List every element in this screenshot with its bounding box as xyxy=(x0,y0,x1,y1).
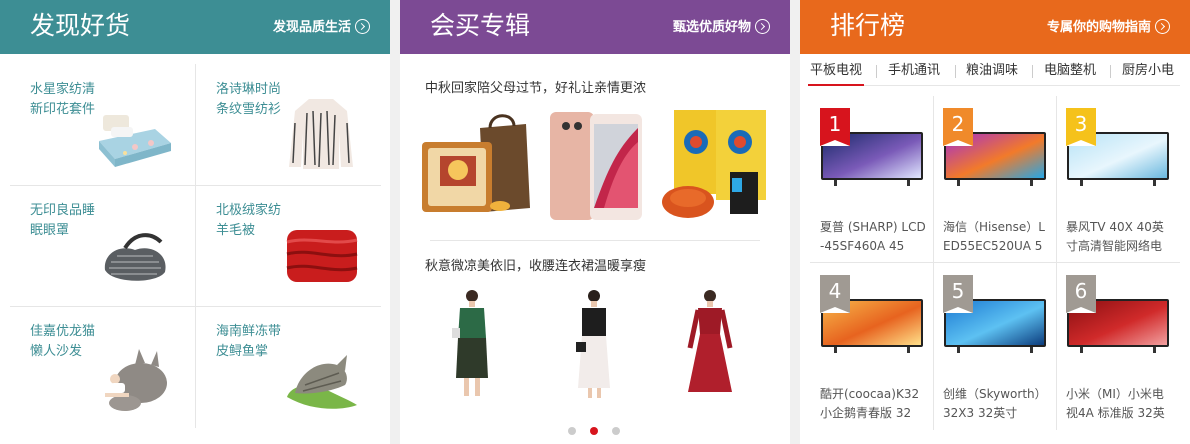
tab-grocery[interactable]: 粮油调味 xyxy=(966,62,1018,80)
tab-tv[interactable]: 平板电视 xyxy=(807,62,865,86)
rank-badge: 6 xyxy=(1066,275,1096,313)
product-item[interactable]: 北极绒家纺 羊毛被 xyxy=(196,185,381,306)
crab-gift-box-icon[interactable] xyxy=(658,108,774,222)
product-item[interactable]: 洛诗琳时尚 条纹雪纺衫 xyxy=(196,64,381,185)
product-item[interactable]: 无印良品睡 眠眼罩 xyxy=(10,185,195,306)
ranking-product-name: 小米（MI）小米电视4A 标准版 32英 xyxy=(1066,387,1165,420)
rank-badge: 1 xyxy=(820,108,850,146)
product-item[interactable]: 海南鲜冻带 皮鲟鱼掌 xyxy=(196,306,381,427)
discover-more-link[interactable]: 发现品质生活 xyxy=(273,19,370,37)
fish-icon xyxy=(287,355,357,409)
shopping-title: 会买专辑 xyxy=(430,11,531,40)
chevron-right-icon xyxy=(755,19,770,34)
ranking-product-name: 创维（Skyworth）32X3 32英寸 xyxy=(943,387,1047,420)
shopping-album-panel: 会买专辑 甄选优质好物 中秋回家陪父母过节，好礼让亲情更浓 秋意微凉美依旧，收腰… xyxy=(400,0,790,444)
ranking-item[interactable]: 5 创维（Skyworth）32X3 32英寸 xyxy=(933,263,1056,429)
rank-badge: 4 xyxy=(820,275,850,313)
striped-blouse-icon xyxy=(289,99,353,169)
eye-mask-icon xyxy=(104,233,166,281)
tab-phones[interactable]: 手机通讯 xyxy=(888,62,940,80)
white-dress-model-icon[interactable] xyxy=(570,288,616,402)
mooncake-gift-icon[interactable] xyxy=(418,108,534,220)
ranking-header: 排行榜 专属你的购物指南 xyxy=(800,0,1190,54)
ranking-panel: 排行榜 专属你的购物指南 平板电视 手机通讯 粮油调味 电脑整机 厨房小电 1 夏… xyxy=(800,0,1190,444)
discover-more-label: 发现品质生活 xyxy=(272,20,351,35)
ranking-product-name: 夏普 (SHARP) LCD-45SF460A 45 xyxy=(820,220,926,253)
section-title-festival[interactable]: 中秋回家陪父母过节，好礼让亲情更浓 xyxy=(425,80,646,98)
green-dress-model-icon[interactable] xyxy=(450,288,496,402)
shopping-more-label: 甄选优质好物 xyxy=(672,20,751,35)
carousel-dot-active[interactable] xyxy=(590,427,598,435)
rank-badge: 5 xyxy=(943,275,973,313)
bedding-set-icon xyxy=(99,115,171,167)
ranking-title: 排行榜 xyxy=(830,11,906,40)
carousel-dot[interactable] xyxy=(568,427,576,435)
section-title-dresses[interactable]: 秋意微凉美依旧，收腰连衣裙温暖享瘦 xyxy=(425,258,646,276)
red-dress-model-icon[interactable] xyxy=(684,288,734,402)
tab-computers[interactable]: 电脑整机 xyxy=(1044,62,1096,80)
tab-kitchen[interactable]: 厨房小电 xyxy=(1122,62,1174,80)
discover-header: 发现好货 发现品质生活 xyxy=(0,0,390,54)
ranking-more-link[interactable]: 专属你的购物指南 xyxy=(1047,19,1170,37)
ranking-item[interactable]: 2 海信（Hisense）LED55EC520UA 5 xyxy=(933,96,1056,262)
ranking-product-name: 暴风TV 40X 40英寸高清智能网络电 xyxy=(1066,220,1164,253)
ranking-product-name: 海信（Hisense）LED55EC520UA 5 xyxy=(943,220,1045,253)
discover-panel: 发现好货 发现品质生活 水星家纺清 新印花套件 洛诗琳时尚 条纹雪纺衫 无印良品… xyxy=(0,0,390,444)
discover-title: 发现好货 xyxy=(30,11,131,40)
ranking-tabs: 平板电视 手机通讯 粮油调味 电脑整机 厨房小电 xyxy=(807,58,1180,86)
ranking-product-name: 酷开(coocaa)K32 小企鹅青春版 32 xyxy=(820,387,920,420)
chevron-right-icon xyxy=(1155,19,1170,34)
carousel-dots xyxy=(568,420,634,439)
carousel-dot[interactable] xyxy=(612,427,620,435)
shopping-header: 会买专辑 甄选优质好物 xyxy=(400,0,790,54)
product-item[interactable]: 水星家纺清 新印花套件 xyxy=(10,64,195,185)
red-quilt-icon xyxy=(286,230,358,282)
rank-badge: 3 xyxy=(1066,108,1096,146)
shopping-more-link[interactable]: 甄选优质好物 xyxy=(673,19,770,37)
ranking-more-label: 专属你的购物指南 xyxy=(1046,20,1151,35)
product-item[interactable]: 佳嘉优龙猫 懒人沙发 xyxy=(10,306,195,427)
phone-icon[interactable] xyxy=(548,108,644,222)
rank-badge: 2 xyxy=(943,108,973,146)
chevron-right-icon xyxy=(355,19,370,34)
ranking-item[interactable]: 6 小米（MI）小米电视4A 标准版 32英 xyxy=(1056,263,1179,429)
ranking-item[interactable]: 3 暴风TV 40X 40英寸高清智能网络电 xyxy=(1056,96,1179,262)
ranking-item[interactable]: 4 酷开(coocaa)K32 小企鹅青春版 32 xyxy=(810,263,933,429)
ranking-item[interactable]: 1 夏普 (SHARP) LCD-45SF460A 45 xyxy=(810,96,933,262)
bean-bag-icon xyxy=(105,349,167,411)
